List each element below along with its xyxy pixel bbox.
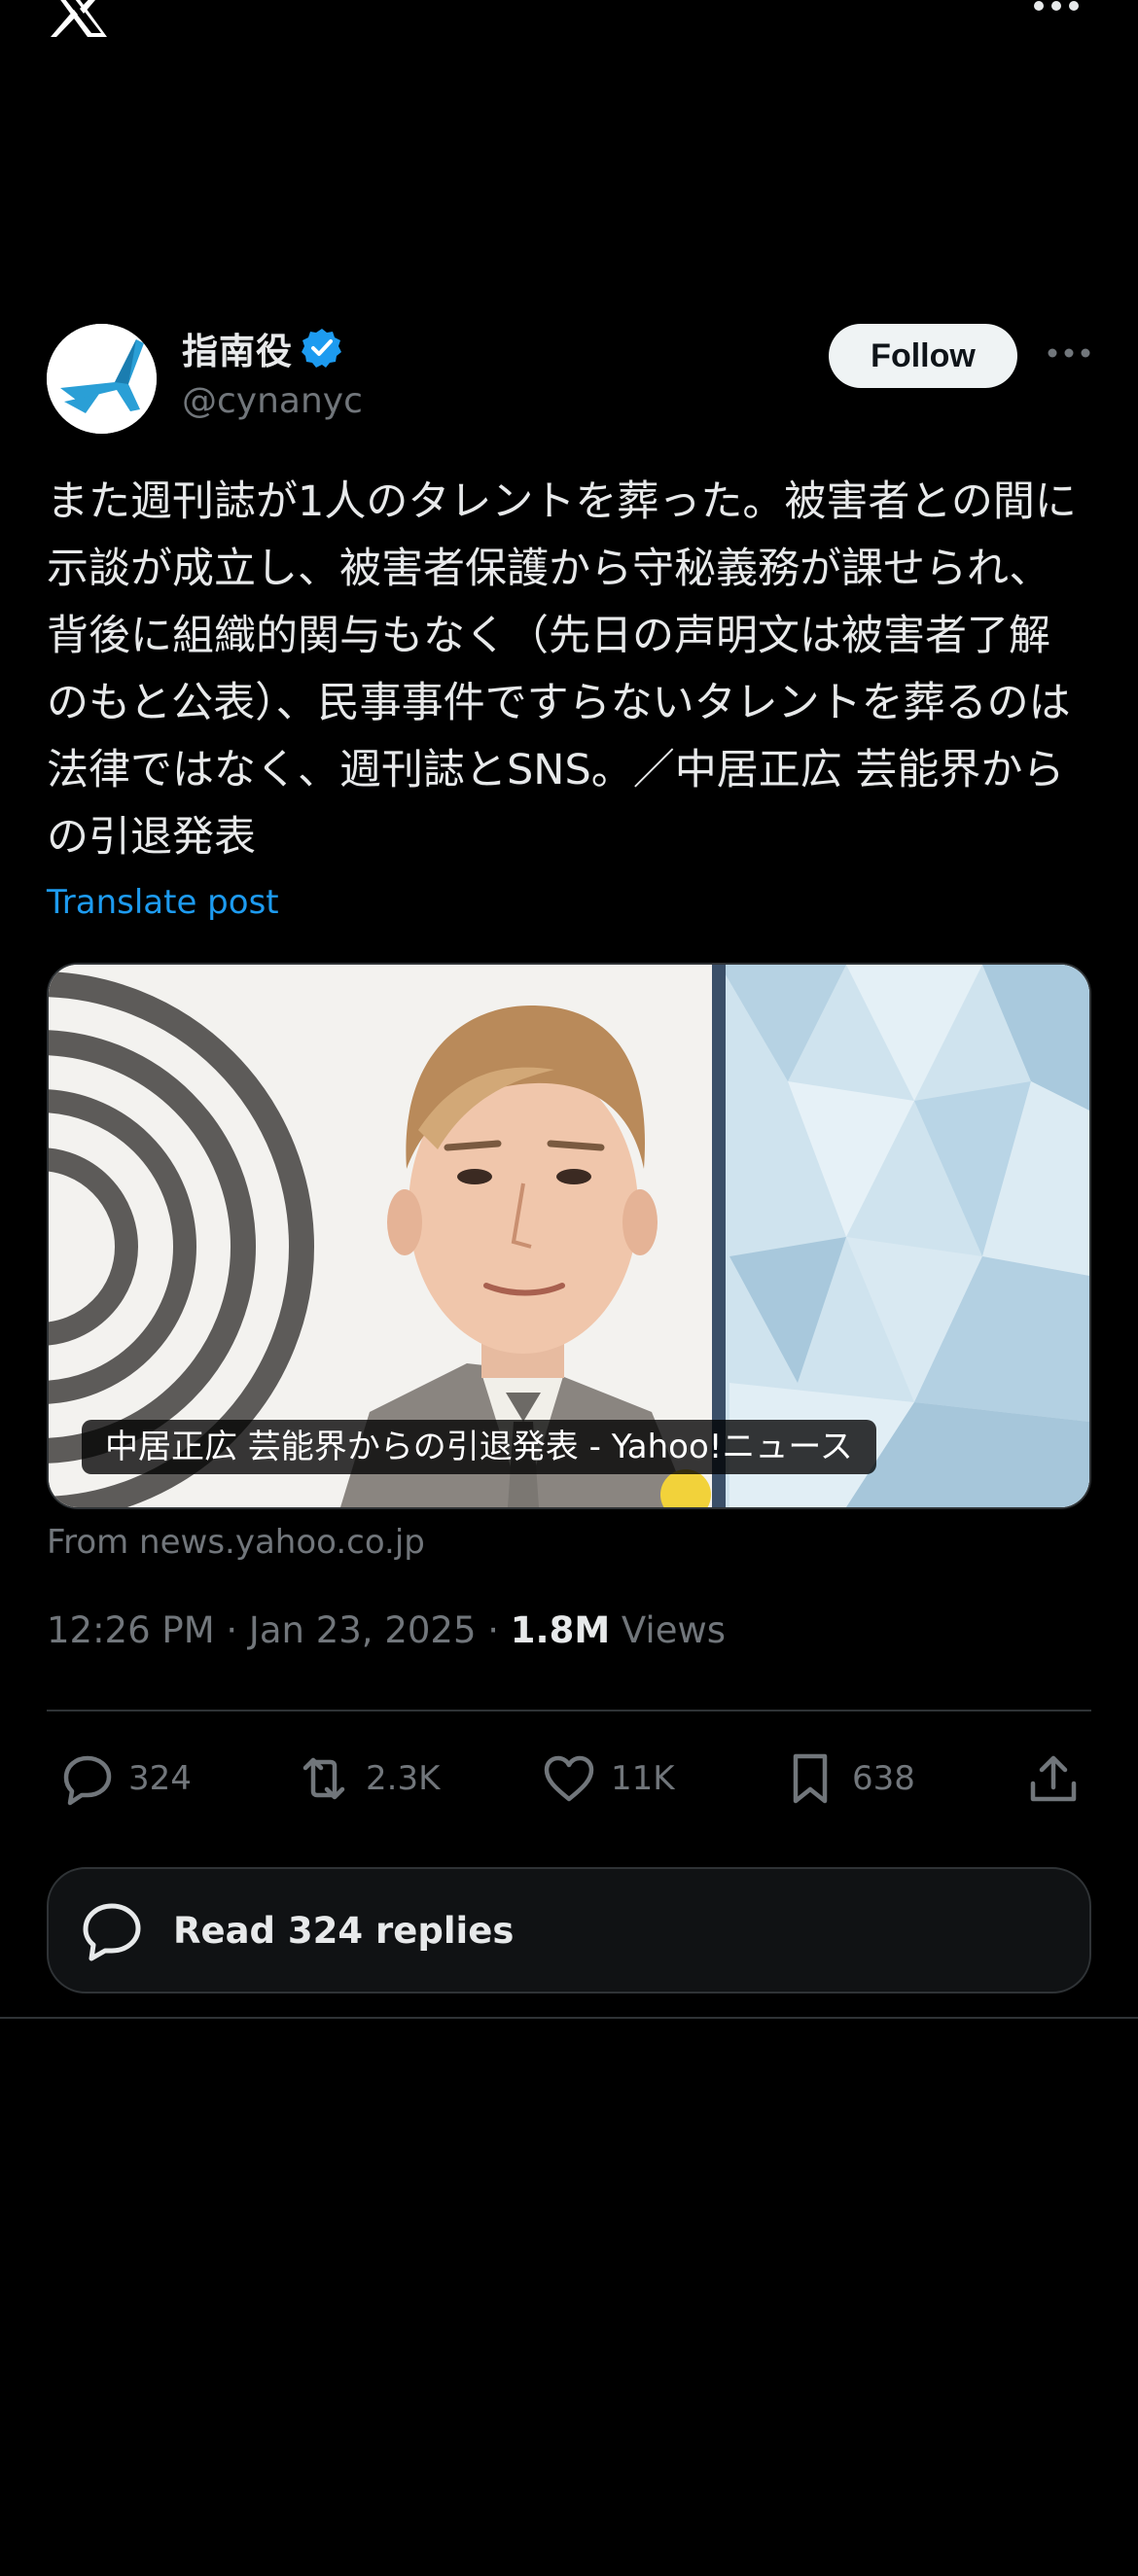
avatar[interactable] <box>47 324 157 434</box>
x-logo-icon[interactable] <box>47 0 111 37</box>
like-button[interactable]: 11K <box>541 1747 675 1811</box>
meta-separator: · <box>487 1609 511 1651</box>
share-icon <box>1030 1755 1077 1802</box>
repost-icon <box>302 1757 345 1800</box>
share-button[interactable] <box>1025 1747 1095 1811</box>
tweet-meta: 12:26 PM · Jan 23, 2025 · 1.8M Views <box>47 1609 726 1651</box>
bottom-divider <box>0 2017 1138 2019</box>
card-source[interactable]: From news.yahoo.co.jp <box>47 1523 425 1562</box>
repost-button[interactable]: 2.3K <box>296 1747 440 1811</box>
tweet-text: また週刊誌が1人のタレントを葬った。被害者との間に示談が成立し、被害者保護から守… <box>47 477 1077 862</box>
follow-button[interactable]: Follow <box>829 324 1017 388</box>
top-bar <box>0 0 1138 58</box>
tweet-date[interactable]: Jan 23, 2025 <box>249 1609 477 1651</box>
airplane-logo-icon <box>47 324 157 434</box>
action-bar: 324 2.3K 11K 638 <box>47 1747 1091 1811</box>
author-name-row[interactable]: 指南役 <box>182 321 343 375</box>
views-count: 1.8M <box>510 1609 611 1651</box>
author-handle[interactable]: @cynanyc <box>182 381 363 421</box>
bookmark-button[interactable]: 638 <box>782 1747 915 1811</box>
views-label: Views <box>621 1609 727 1651</box>
card-title: 中居正広 芸能界からの引退発表 - Yahoo!ニュース <box>82 1420 876 1474</box>
bookmark-icon <box>793 1753 828 1804</box>
link-card[interactable]: 中居正広 芸能界からの引退発表 - Yahoo!ニュース <box>47 963 1091 1509</box>
more-icon[interactable] <box>1033 0 1080 18</box>
meta-separator: · <box>226 1609 249 1651</box>
divider <box>47 1710 1091 1711</box>
verified-badge-icon <box>302 329 341 368</box>
reply-icon <box>83 1903 141 1961</box>
reply-button[interactable]: 324 <box>58 1747 192 1811</box>
like-count: 11K <box>611 1759 675 1798</box>
author-display-name[interactable]: 指南役 <box>182 322 293 374</box>
read-replies-label: Read 324 replies <box>173 1909 515 1952</box>
tweet-time[interactable]: 12:26 PM <box>47 1609 215 1651</box>
heart-icon <box>544 1755 594 1802</box>
reply-icon <box>63 1755 112 1806</box>
reply-count: 324 <box>128 1759 192 1798</box>
repost-count: 2.3K <box>366 1759 441 1798</box>
tweet-more-icon[interactable] <box>1047 344 1091 362</box>
read-replies-button[interactable]: Read 324 replies <box>47 1867 1091 1994</box>
translate-post-link[interactable]: Translate post <box>47 883 279 922</box>
bookmark-count: 638 <box>852 1759 915 1798</box>
